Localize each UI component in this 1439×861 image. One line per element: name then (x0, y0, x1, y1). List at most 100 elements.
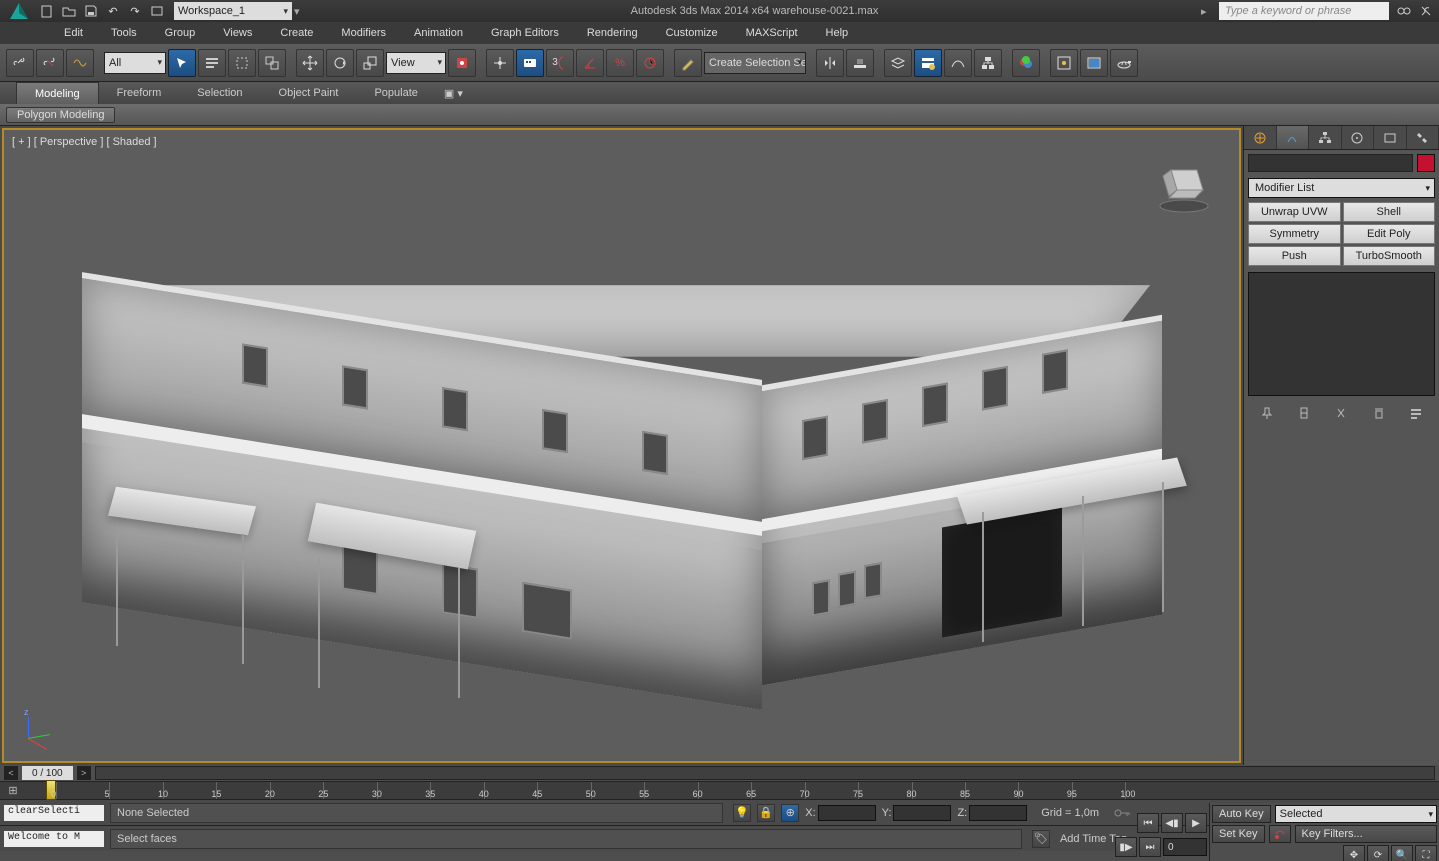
spinner-snap-icon[interactable] (636, 49, 664, 77)
tab-modify-icon[interactable] (1277, 126, 1310, 149)
viewport-pan-icon[interactable]: ✥ (1343, 845, 1365, 861)
time-slider-frame-badge[interactable]: 0 / 100 (22, 766, 73, 780)
rotate-icon[interactable] (326, 49, 354, 77)
render-frame-window-icon[interactable] (1080, 49, 1108, 77)
set-key-button[interactable]: Set Key (1212, 825, 1265, 843)
tab-motion-icon[interactable] (1342, 126, 1375, 149)
percent-snap-icon[interactable]: % (606, 49, 634, 77)
configure-sets-icon[interactable] (1405, 404, 1427, 422)
maxscript-log-line2[interactable]: Welcome to M (4, 831, 104, 847)
project-icon[interactable] (148, 2, 166, 20)
select-object-icon[interactable] (168, 49, 196, 77)
viewport-zoom-icon[interactable]: 🔍 (1391, 845, 1413, 861)
layers-icon[interactable] (884, 49, 912, 77)
new-icon[interactable] (38, 2, 56, 20)
track-bar[interactable]: ⊞ 0 5 10 15 20 25 30 35 40 45 50 55 60 6… (0, 781, 1439, 799)
tab-utilities-icon[interactable] (1407, 126, 1439, 149)
named-selection-select[interactable]: Create Selection Se (704, 52, 806, 74)
mod-symmetry[interactable]: Symmetry (1248, 224, 1341, 244)
auto-key-button[interactable]: Auto Key (1212, 805, 1271, 823)
mod-edit-poly[interactable]: Edit Poly (1343, 224, 1436, 244)
tab-display-icon[interactable] (1374, 126, 1407, 149)
tab-selection[interactable]: Selection (179, 82, 260, 104)
menu-animation[interactable]: Animation (400, 22, 477, 44)
undo-icon[interactable]: ↶ (104, 2, 122, 20)
make-unique-icon[interactable] (1330, 404, 1352, 422)
keyboard-shortcut-override-icon[interactable] (516, 49, 544, 77)
tab-create-icon[interactable] (1244, 126, 1277, 149)
object-name-input[interactable] (1248, 154, 1413, 172)
menu-group[interactable]: Group (151, 22, 210, 44)
manipulate-icon[interactable] (486, 49, 514, 77)
trackbar-config-icon[interactable]: ⊞ (4, 783, 22, 797)
scale-icon[interactable] (356, 49, 384, 77)
key-icon[interactable] (1113, 804, 1131, 822)
ribbon-expand-icon[interactable]: ▣ ▾ (436, 82, 471, 104)
help-icon[interactable] (1417, 2, 1435, 20)
mod-turbosmooth[interactable]: TurboSmooth (1343, 246, 1436, 266)
pin-stack-icon[interactable] (1256, 404, 1278, 422)
ribbon-toggle-icon[interactable] (914, 49, 942, 77)
search-arrow-icon[interactable]: ▸ (1201, 5, 1215, 18)
move-icon[interactable] (296, 49, 324, 77)
workspace-dropdown-icon[interactable]: ▾ (294, 5, 308, 18)
select-by-name-icon[interactable] (198, 49, 226, 77)
menu-edit[interactable]: Edit (50, 22, 97, 44)
time-slider-track[interactable] (95, 766, 1435, 780)
viewport-orbit-icon[interactable]: ⟳ (1367, 845, 1389, 861)
link-icon[interactable] (6, 49, 34, 77)
mod-push[interactable]: Push (1248, 246, 1341, 266)
menu-graph-editors[interactable]: Graph Editors (477, 22, 573, 44)
time-slider-left-icon[interactable]: < (4, 766, 18, 780)
selection-filter-select[interactable]: All (104, 52, 166, 74)
remove-modifier-icon[interactable] (1368, 404, 1390, 422)
render-setup-icon[interactable] (1050, 49, 1078, 77)
play-icon[interactable]: ▶ (1185, 813, 1207, 833)
selection-lock-bulb-icon[interactable]: 💡 (733, 804, 751, 822)
menu-create[interactable]: Create (266, 22, 327, 44)
z-input[interactable] (969, 805, 1027, 821)
tab-modeling[interactable]: Modeling (16, 82, 99, 104)
key-filters-button[interactable]: Key Filters... (1295, 825, 1437, 843)
app-logo[interactable] (4, 0, 34, 22)
maxscript-log-line1[interactable]: clearSelecti (4, 805, 104, 821)
menu-rendering[interactable]: Rendering (573, 22, 652, 44)
tab-hierarchy-icon[interactable] (1309, 126, 1342, 149)
menu-views[interactable]: Views (209, 22, 266, 44)
edit-named-selection-icon[interactable] (674, 49, 702, 77)
lock-icon[interactable]: 🔒 (757, 804, 775, 822)
redo-icon[interactable]: ↷ (126, 2, 144, 20)
key-filters-target-select[interactable]: Selected (1275, 805, 1437, 823)
add-time-tag-icon[interactable]: 🏷 (1032, 830, 1050, 848)
current-frame-input[interactable]: 0 (1163, 838, 1207, 856)
curve-editor-icon[interactable] (944, 49, 972, 77)
time-slider-right-icon[interactable]: > (77, 766, 91, 780)
prev-frame-icon[interactable]: ◀▮ (1161, 813, 1183, 833)
next-frame-icon[interactable]: ▮▶ (1115, 837, 1137, 857)
mod-shell[interactable]: Shell (1343, 202, 1436, 222)
align-icon[interactable] (846, 49, 874, 77)
absolute-transform-icon[interactable]: ⊕ (781, 804, 799, 822)
menu-tools[interactable]: Tools (97, 22, 151, 44)
show-result-icon[interactable] (1293, 404, 1315, 422)
unlink-icon[interactable] (36, 49, 64, 77)
menu-maxscript[interactable]: MAXScript (732, 22, 812, 44)
bind-space-warp-icon[interactable] (66, 49, 94, 77)
angle-snap-icon[interactable] (576, 49, 604, 77)
coord-system-select[interactable]: View (386, 52, 446, 74)
rectangle-region-icon[interactable] (228, 49, 256, 77)
viewport-perspective[interactable]: [ + ] [ Perspective ] [ Shaded ] (2, 128, 1241, 763)
open-icon[interactable] (60, 2, 78, 20)
workspace-select[interactable]: Workspace_1 (174, 2, 292, 20)
tab-freeform[interactable]: Freeform (99, 82, 180, 104)
modifier-list-select[interactable]: Modifier List (1248, 178, 1435, 198)
modifier-stack[interactable] (1248, 272, 1435, 396)
schematic-view-icon[interactable] (974, 49, 1002, 77)
menu-help[interactable]: Help (812, 22, 863, 44)
menu-customize[interactable]: Customize (652, 22, 732, 44)
mirror-icon[interactable] (816, 49, 844, 77)
window-crossing-icon[interactable] (258, 49, 286, 77)
viewport-maximize-icon[interactable]: ⛶ (1415, 845, 1437, 861)
x-input[interactable] (818, 805, 876, 821)
render-production-icon[interactable] (1110, 49, 1138, 77)
